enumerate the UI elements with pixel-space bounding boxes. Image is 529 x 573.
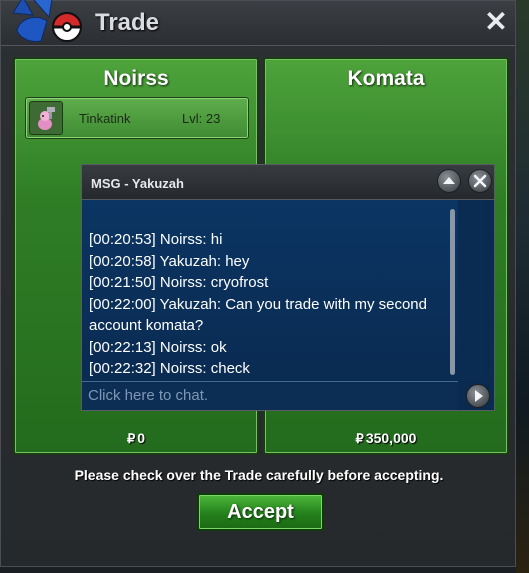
currency-symbol: ₽	[355, 431, 364, 446]
close-icon	[473, 174, 487, 188]
chat-message-list: [00:20:53] Noirss: hi [00:20:58] Yakuzah…	[89, 229, 451, 380]
my-money: ₽0	[15, 430, 257, 447]
chat-message: [00:22:00] Yakuzah: Can you trade with m…	[89, 295, 427, 335]
close-button[interactable]: ✕	[481, 7, 511, 37]
send-button[interactable]	[466, 384, 490, 408]
currency-symbol: ₽	[126, 431, 136, 446]
money-amount: 0	[137, 430, 146, 446]
chat-message: [00:22:32] Noirss: check	[89, 360, 250, 377]
chat-log: [00:20:53] Noirss: hi [00:20:58] Yakuzah…	[82, 200, 458, 381]
player-name: Noirss	[103, 67, 169, 90]
minimize-button[interactable]	[437, 169, 461, 193]
chat-title: MSG - Yakuzah	[91, 176, 184, 191]
window-title: Trade	[95, 9, 160, 36]
chat-input[interactable]: Click here to chat.	[82, 381, 458, 410]
offered-pokemon-slot[interactable]: Tinkatink Lvl: 23	[25, 97, 249, 139]
pokeball-logo-icon	[12, 0, 83, 42]
chevron-up-icon	[443, 177, 455, 184]
chat-message: [00:20:58] Yakuzah: hey	[89, 252, 250, 270]
chat-message: [00:22:13] Noirss: ok	[89, 338, 227, 356]
pokemon-sprite-icon	[29, 101, 63, 135]
chat-close-button[interactable]	[468, 169, 492, 193]
chat-scrollbar[interactable]	[450, 209, 455, 375]
chat-title-bar[interactable]: MSG - Yakuzah	[82, 165, 494, 200]
game-background	[516, 0, 529, 573]
pokemon-name: Tinkatink	[79, 111, 131, 126]
chat-message: [00:20:53] Noirss: hi	[89, 231, 223, 248]
trade-notice: Please check over the Trade carefully be…	[74, 467, 444, 483]
chevron-right-icon	[475, 390, 483, 402]
partner-name: Komata	[347, 67, 425, 90]
partner-money: ₽350,000	[265, 430, 507, 447]
money-amount: 350,000	[365, 430, 417, 446]
pokemon-level: Lvl: 23	[182, 111, 221, 126]
title-bar[interactable]: Trade ✕	[1, 0, 515, 46]
accept-button[interactable]: Accept	[197, 493, 324, 531]
chat-message: [00:21:50] Noirss: cryofrost	[89, 274, 269, 291]
chat-scroll-track	[458, 200, 486, 381]
chat-window: MSG - Yakuzah [00:20:53] Noirss: hi [00:…	[81, 164, 495, 411]
